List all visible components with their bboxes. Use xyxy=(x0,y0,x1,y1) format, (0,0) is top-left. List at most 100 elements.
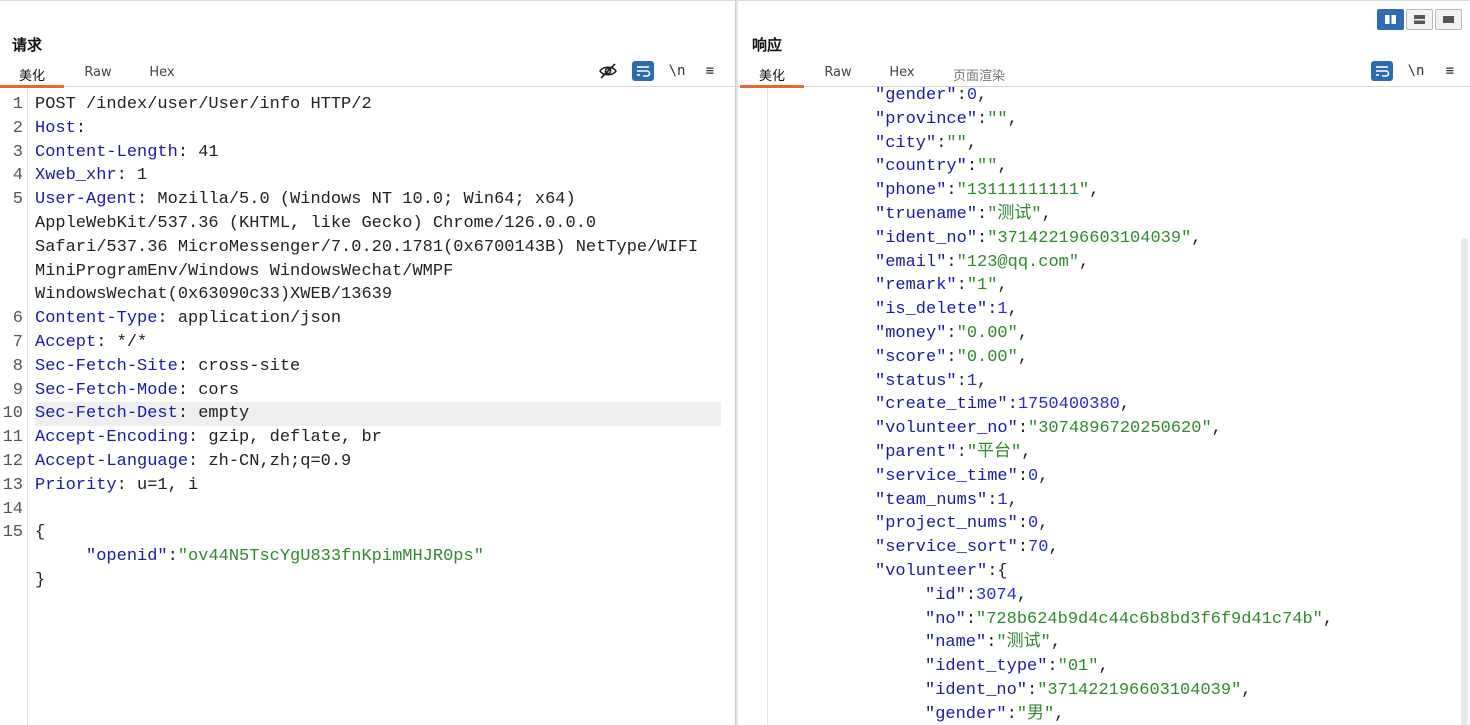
code-line[interactable]: 15 { xyxy=(3,521,721,545)
json-value: "3074896720250620" xyxy=(1028,419,1212,439)
code-line[interactable]: 10 Sec-Fetch-Dest: empty xyxy=(3,402,721,427)
tab-pretty[interactable]: 美化 xyxy=(740,65,804,88)
json-colon: : xyxy=(977,109,988,129)
request-editor[interactable]: 1 POST /index/user/User/info HTTP/2 2 Host:… xyxy=(0,88,735,725)
json-line[interactable]: "is_delete":1, xyxy=(875,298,1464,322)
header-name: "openid" xyxy=(86,547,168,567)
json-line[interactable]: "phone":"13111111111", xyxy=(875,179,1464,203)
json-line[interactable]: "city":"", xyxy=(875,132,1464,156)
wrap-toggle-button[interactable] xyxy=(1371,61,1393,81)
json-key: "ident_no" xyxy=(875,228,978,248)
json-key: "city" xyxy=(875,133,937,153)
tab-pretty[interactable]: 美化 xyxy=(0,65,64,88)
code-token: MiniProgramEnv/Windows WindowsWechat/WMP… xyxy=(35,261,454,281)
json-comma: , xyxy=(1079,252,1090,272)
code-token: : zh-CN,zh;q=0.9 xyxy=(188,451,352,471)
code-line[interactable]: 8 Sec-Fetch-Site: cross-site xyxy=(13,355,721,379)
json-key: "ident_no" xyxy=(925,680,1028,700)
json-value: 1 xyxy=(997,300,1008,320)
json-comma: , xyxy=(1038,514,1049,534)
json-colon: : xyxy=(1027,680,1038,700)
layout-stacked-button[interactable] xyxy=(1406,9,1433,30)
json-line[interactable]: "service_sort":70, xyxy=(875,536,1464,560)
json-line[interactable]: "team_nums":1, xyxy=(875,489,1464,513)
response-scrollbar[interactable] xyxy=(1461,238,1468,725)
line-number: 15 xyxy=(2,523,23,543)
json-value: 0 xyxy=(1028,466,1039,486)
json-line[interactable]: "score":"0.00", xyxy=(875,346,1464,370)
header-name: Content-Type xyxy=(35,309,158,329)
newline-toggle-button[interactable]: \n xyxy=(1405,61,1427,81)
code-line[interactable]: 13 Priority: u=1, i xyxy=(3,474,721,498)
tab-hex[interactable]: Hex xyxy=(140,65,184,87)
code-line[interactable]: 4 Xweb_xhr: 1 xyxy=(13,164,721,188)
json-line[interactable]: "province":"", xyxy=(875,108,1464,132)
code-line[interactable]: 14 xyxy=(3,498,721,522)
json-comma: , xyxy=(1007,109,1018,129)
json-line[interactable]: "ident_type":"01", xyxy=(875,655,1464,679)
code-line[interactable]: 12 Accept-Language: zh-CN,zh;q=0.9 xyxy=(3,450,721,474)
code-line[interactable]: WindowsWechat(0x63090c33)XWEB/13639 xyxy=(35,283,721,307)
json-line[interactable]: "ident_no":"371422196603104039", xyxy=(875,679,1464,703)
code-line[interactable]: 7 Accept: */* xyxy=(13,331,721,355)
hide-icon[interactable] xyxy=(597,61,619,81)
response-editor[interactable]: "gender":0, "province":"", "city":"", "coun… xyxy=(738,86,1470,725)
code-line[interactable]: 6 Content-Type: application/json xyxy=(13,307,721,331)
code-token: : 41 xyxy=(177,142,219,162)
code-line[interactable]: Safari/537.36 MicroMessenger/7.0.20.1781… xyxy=(35,236,721,260)
json-line[interactable]: "project_nums":0, xyxy=(875,512,1464,536)
json-line[interactable]: "gender":"男", xyxy=(875,703,1464,725)
json-line[interactable]: "id":3074, xyxy=(875,584,1464,608)
json-value: 3074 xyxy=(976,585,1017,605)
code-line[interactable]: AppleWebKit/537.36 (KHTML, like Gecko) C… xyxy=(35,212,721,236)
code-line[interactable]: 9 Sec-Fetch-Mode: cors xyxy=(13,379,721,403)
wrap-toggle-button[interactable] xyxy=(632,61,654,81)
header-name: Sec-Fetch-Dest xyxy=(35,404,178,424)
json-value: "1" xyxy=(966,276,998,296)
code-line[interactable]: } xyxy=(35,569,721,593)
code-line[interactable]: MiniProgramEnv/Windows WindowsWechat/WMP… xyxy=(35,260,721,284)
json-line[interactable]: "money":"0.00", xyxy=(875,322,1464,346)
tab-raw[interactable]: Raw xyxy=(816,65,860,87)
header-name: Accept-Encoding xyxy=(35,428,189,448)
json-key: "volunteer" xyxy=(875,561,988,581)
json-line[interactable]: "create_time":1750400380, xyxy=(875,393,1464,417)
json-line[interactable]: "no":"728b624b9d4c44c6b8bd3f6f9d41c74b", xyxy=(875,608,1464,632)
code-line[interactable]: 1 POST /index/user/User/info HTTP/2 xyxy=(13,93,721,117)
json-line[interactable]: "volunteer":{ xyxy=(875,560,1464,584)
json-line[interactable]: "service_time":0, xyxy=(875,465,1464,489)
json-key: "truename" xyxy=(875,204,978,224)
code-line[interactable]: 2 Host: xyxy=(13,117,721,141)
code-line[interactable]: 5 User-Agent: Mozilla/5.0 (Windows NT 10.… xyxy=(13,188,721,212)
json-line[interactable]: "name":"测试", xyxy=(875,631,1464,655)
json-line[interactable]: "truename":"测试", xyxy=(875,203,1464,227)
layout-side-by-side-button[interactable] xyxy=(1377,9,1404,30)
menu-icon[interactable]: ≡ xyxy=(699,61,721,81)
json-line[interactable]: "volunteer_no":"3074896720250620", xyxy=(875,417,1464,441)
json-line[interactable]: "email":"123@qq.com", xyxy=(875,251,1464,275)
newline-toggle-button[interactable]: \n xyxy=(666,61,688,81)
code-token: : Mozilla/5.0 (Windows NT 10.0; Win64; x… xyxy=(137,190,576,210)
json-line[interactable]: "country":"", xyxy=(875,155,1464,179)
layout-single-button[interactable] xyxy=(1435,9,1462,30)
code-token: : empty xyxy=(177,404,250,424)
response-code[interactable]: "gender":0, "province":"", "city":"", "coun… xyxy=(875,84,1464,725)
json-line[interactable]: "gender":0, xyxy=(875,84,1464,108)
json-comma: , xyxy=(1322,609,1334,629)
line-number: 13 xyxy=(2,475,23,495)
menu-icon[interactable]: ≡ xyxy=(1439,61,1461,81)
json-line[interactable]: "remark":"1", xyxy=(875,274,1464,298)
json-line[interactable]: "status":1, xyxy=(875,370,1464,394)
line-number: 9 xyxy=(12,380,23,400)
json-value: "01" xyxy=(1057,657,1099,677)
code-line[interactable]: 3 Content-Length: 41 xyxy=(13,141,721,165)
code-line[interactable]: "openid":"ov44N5TscYgU833fnKpimMHJR0ps" xyxy=(35,545,721,569)
json-key: "status" xyxy=(875,371,957,391)
tab-raw[interactable]: Raw xyxy=(76,65,120,87)
code-line[interactable]: 11 Accept-Encoding: gzip, deflate, br xyxy=(3,426,721,450)
json-line[interactable]: "parent":"平台", xyxy=(875,441,1464,465)
json-line[interactable]: "ident_no":"371422196603104039", xyxy=(875,227,1464,251)
request-tabs: 美化 Raw Hex xyxy=(0,61,735,88)
request-code[interactable]: 1 POST /index/user/User/info HTTP/2 2 Host:… xyxy=(3,93,721,593)
json-value: 0 xyxy=(1028,514,1039,534)
